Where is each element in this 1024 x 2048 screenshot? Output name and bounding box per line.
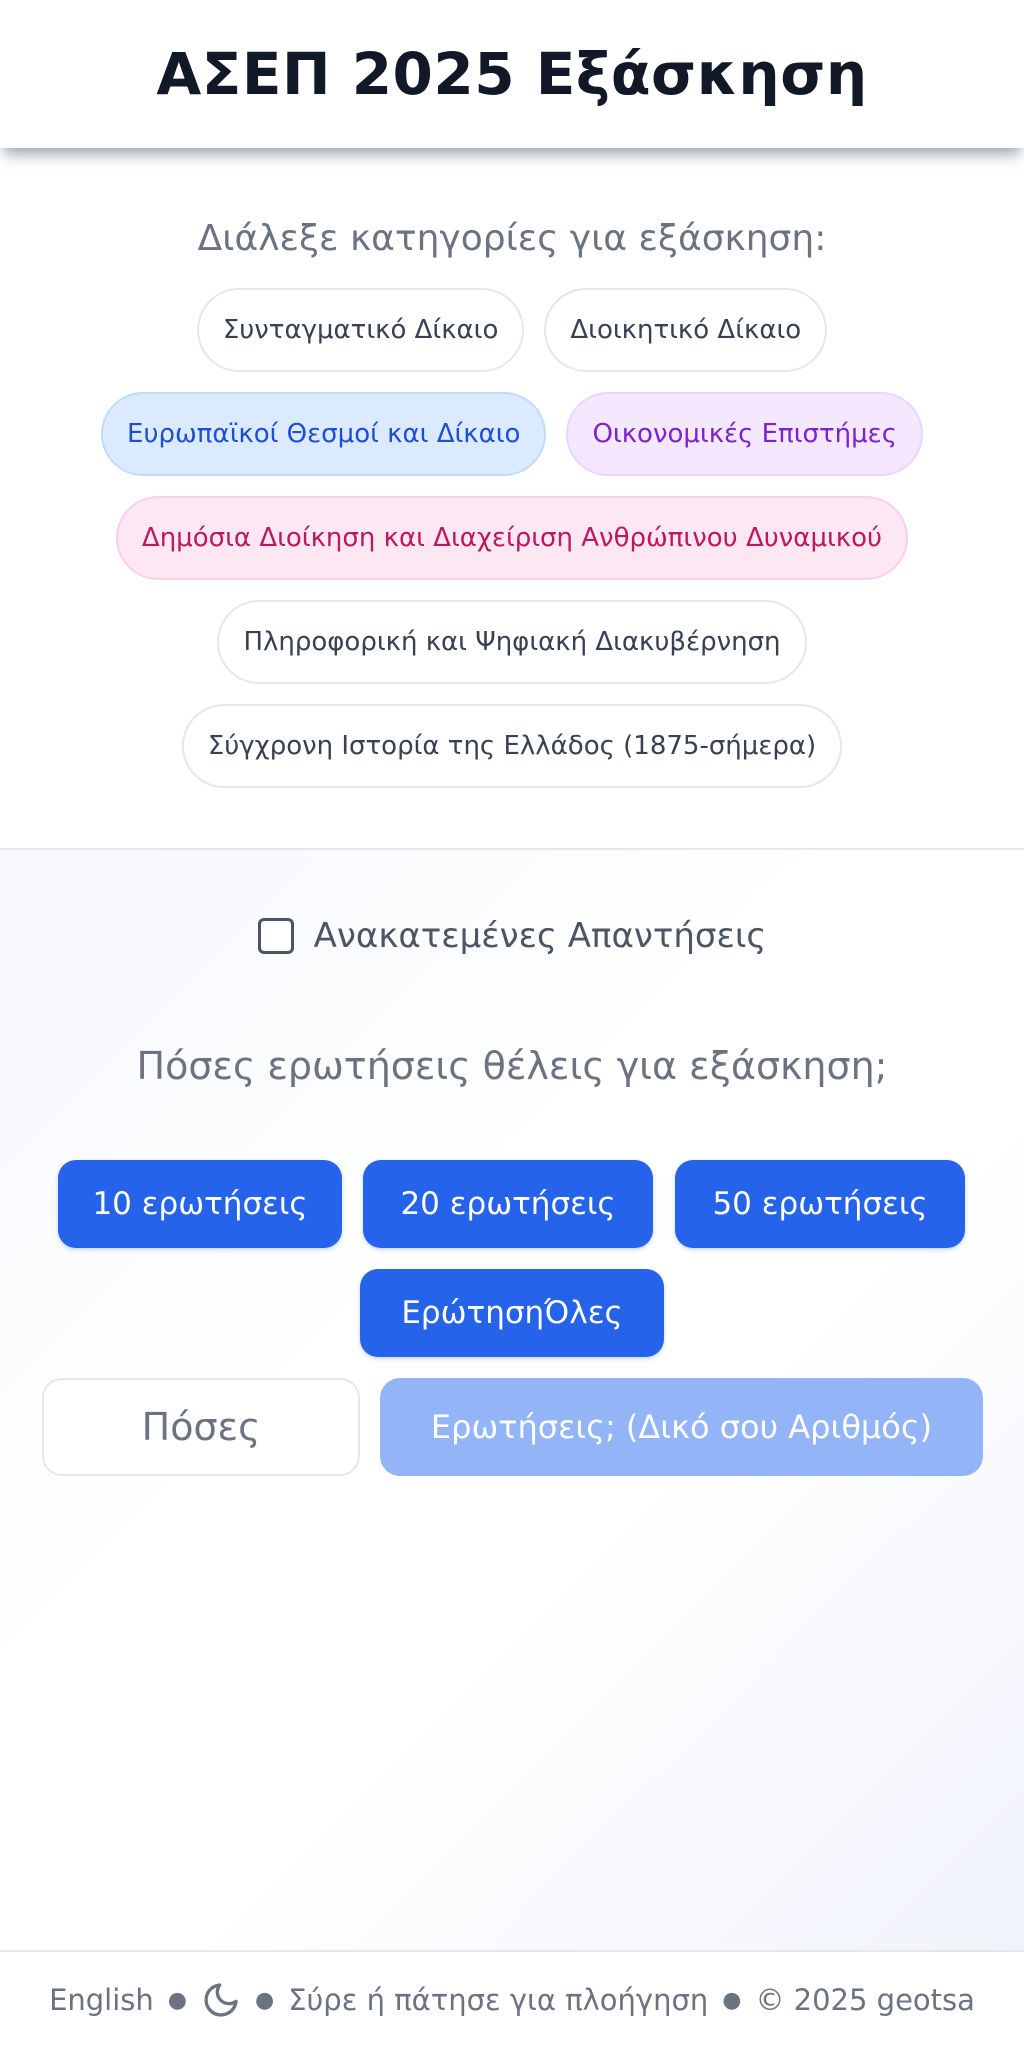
shuffle-checkbox[interactable]	[257, 918, 294, 954]
category-row: Πληροφορική και Ψηφιακή Διακυβέρνηση	[0, 600, 1024, 684]
moon-icon[interactable]	[201, 1980, 241, 2020]
separator-dot: ●	[167, 1987, 187, 2013]
category-row: Ευρωπαϊκοί Θεσμοί και Δίκαιο Οικονομικές…	[0, 392, 1024, 476]
category-chip-administrative-law[interactable]: Διοικητικό Δίκαιο	[544, 288, 828, 372]
10-questions-button[interactable]: 10 ερωτήσεις	[58, 1160, 342, 1248]
categories-title: Διάλεξε κατηγορίες για εξάσκηση:	[197, 218, 827, 259]
20-questions-button[interactable]: 20 ερωτήσεις	[363, 1160, 653, 1248]
page-title: ΑΣΕΠ 2025 Εξάσκηση	[156, 40, 868, 108]
category-chip-public-administration[interactable]: Δημόσια Διοίκηση και Διαχείριση Ανθρώπιν…	[115, 496, 909, 580]
separator-dot: ●	[722, 1987, 742, 2013]
category-row: Δημόσια Διοίκηση και Διαχείριση Ανθρώπιν…	[0, 496, 1024, 580]
category-row: Συνταγματικό Δίκαιο Διοικητικό Δίκαιο	[0, 288, 1024, 372]
custom-count-input[interactable]	[42, 1378, 360, 1476]
quiz-setup-panel: Ανακατεμένες Απαντήσεις Πόσες ερωτήσεις …	[0, 850, 1024, 1950]
shuffle-option[interactable]: Ανακατεμένες Απαντήσεις	[0, 916, 1024, 956]
category-chip-european-institutions[interactable]: Ευρωπαϊκοί Θεσμοί και Δίκαιο	[101, 392, 547, 476]
category-chip-economics[interactable]: Οικονομικές Επιστήμες	[566, 392, 923, 476]
custom-count-button[interactable]: Ερωτήσεις; (Δικό σου Αριθμός)	[380, 1378, 983, 1476]
category-chip-modern-history[interactable]: Σύγχρονη Ιστορία της Ελλάδος (1875-σήμερ…	[181, 704, 843, 788]
category-chip-informatics[interactable]: Πληροφορική και Ψηφιακή Διακυβέρνηση	[217, 600, 807, 684]
category-section: Διάλεξε κατηγορίες για εξάσκηση: Συνταγμ…	[0, 148, 1024, 848]
questions-title: Πόσες ερωτήσεις θέλεις για εξάσκηση;	[136, 1044, 888, 1088]
category-row: Σύγχρονη Ιστορία της Ελλάδος (1875-σήμερ…	[0, 704, 1024, 788]
navigation-hint: Σύρε ή πάτησε για πλοήγηση	[288, 1983, 709, 2017]
language-link[interactable]: English	[49, 1983, 154, 2017]
50-questions-button[interactable]: 50 ερωτήσεις	[675, 1160, 965, 1248]
all-questions-button[interactable]: ΕρώτησηΌλες	[360, 1269, 664, 1357]
moon-icon-svg	[204, 1983, 238, 2017]
footer: English ● ● Σύρε ή πάτησε για πλοήγηση ●…	[0, 1952, 1024, 2048]
separator-dot: ●	[254, 1987, 275, 2013]
category-chip-constitutional-law[interactable]: Συνταγματικό Δίκαιο	[196, 288, 525, 372]
shuffle-label[interactable]: Ανακατεμένες Απαντήσεις	[314, 916, 767, 956]
app-header: ΑΣΕΠ 2025 Εξάσκηση	[0, 0, 1024, 148]
copyright-text: © 2025 geotsa	[755, 1983, 975, 2017]
